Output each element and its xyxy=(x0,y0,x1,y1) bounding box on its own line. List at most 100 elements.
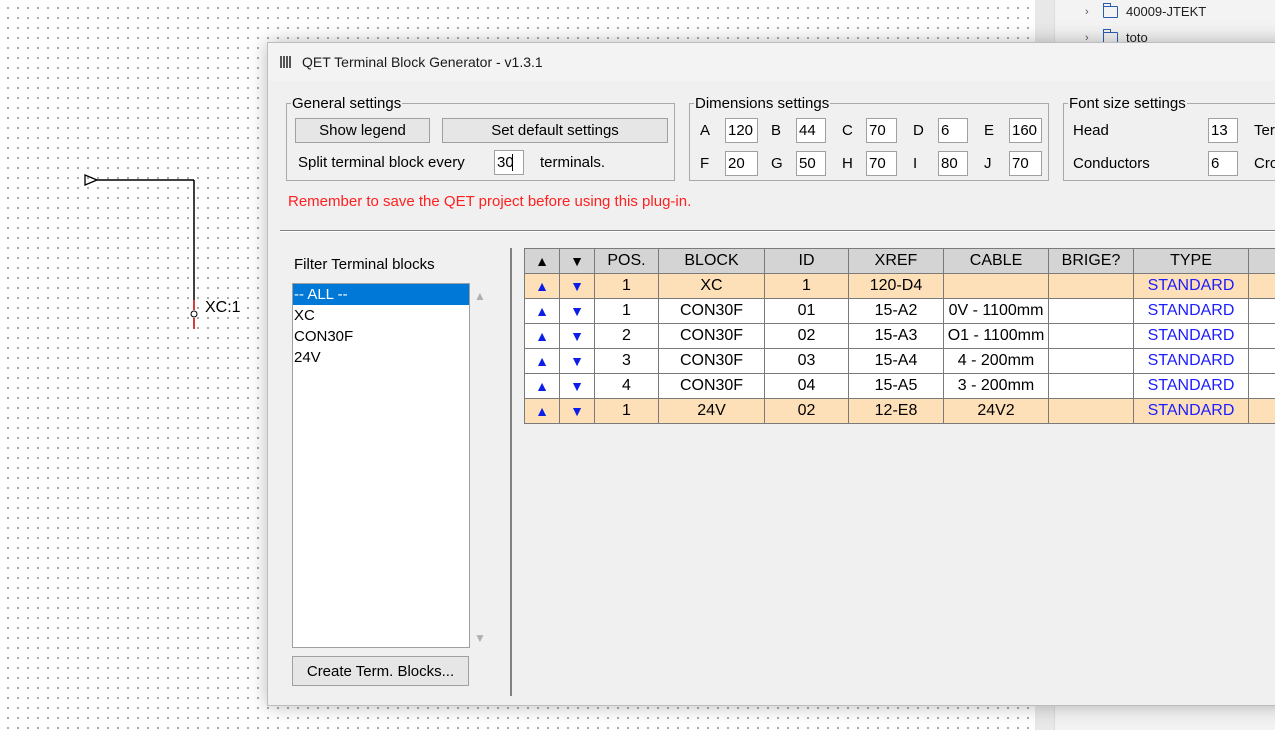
cell-brige[interactable] xyxy=(1048,398,1134,424)
cell-pos[interactable]: 1 xyxy=(594,298,659,324)
cell-pos[interactable]: 3 xyxy=(594,348,659,374)
cell-type[interactable]: STANDARD xyxy=(1133,273,1249,299)
cell-xref[interactable]: 15-A3 xyxy=(848,323,944,349)
list-item[interactable]: 24V xyxy=(293,347,469,368)
cell-id[interactable]: 01 xyxy=(764,298,849,324)
dim-input-e[interactable]: 160 xyxy=(1009,118,1042,143)
dim-input-i[interactable]: 80 xyxy=(938,151,968,176)
filter-terminal-blocks-list[interactable]: -- ALL -- XC CON30F 24V xyxy=(292,283,470,648)
cell-block[interactable]: CON30F xyxy=(658,298,765,324)
move-up-icon[interactable]: ▲ xyxy=(524,348,560,374)
cell-cable[interactable]: 4 - 200mm xyxy=(943,348,1049,374)
dim-input-a[interactable]: 120 xyxy=(725,118,758,143)
cell-extra[interactable] xyxy=(1248,298,1275,324)
cell-type[interactable]: STANDARD xyxy=(1133,298,1249,324)
chevron-right-icon[interactable]: › xyxy=(1085,6,1095,18)
cell-cable[interactable] xyxy=(943,273,1049,299)
tree-item-project-1[interactable]: › 40009-JTEKT xyxy=(1085,2,1206,19)
list-item[interactable]: XC xyxy=(293,305,469,326)
scroll-up-icon[interactable]: ▲ xyxy=(474,289,486,303)
cell-cable[interactable]: 24V2 xyxy=(943,398,1049,424)
dim-input-f[interactable]: 20 xyxy=(725,151,758,176)
create-term-blocks-button[interactable]: Create Term. Blocks... xyxy=(292,656,469,686)
move-up-icon[interactable]: ▲ xyxy=(524,273,560,299)
move-down-icon[interactable]: ▼ xyxy=(559,373,595,399)
cell-id[interactable]: 03 xyxy=(764,348,849,374)
table-row[interactable]: ▲ ▼ 1 CON30F 01 15-A2 0V - 1100mm STANDA… xyxy=(524,298,1275,324)
table-row[interactable]: ▲ ▼ 1 XC 1 120-D4 STANDARD xyxy=(524,273,1275,299)
dim-input-c[interactable]: 70 xyxy=(866,118,897,143)
cell-brige[interactable] xyxy=(1048,348,1134,374)
dim-input-h[interactable]: 70 xyxy=(866,151,897,176)
column-header-extra[interactable] xyxy=(1248,248,1275,274)
cell-brige[interactable] xyxy=(1048,323,1134,349)
cell-block[interactable]: CON30F xyxy=(658,323,765,349)
cell-brige[interactable] xyxy=(1048,373,1134,399)
cell-pos[interactable]: 1 xyxy=(594,398,659,424)
cell-id[interactable]: 04 xyxy=(764,373,849,399)
column-header-cable[interactable]: CABLE xyxy=(943,248,1049,274)
show-legend-button[interactable]: Show legend xyxy=(295,118,430,143)
cell-cable[interactable]: O1 - 1100mm xyxy=(943,323,1049,349)
list-item[interactable]: -- ALL -- xyxy=(293,284,469,305)
split-terminals-input[interactable]: 30 xyxy=(494,150,524,175)
cell-cable[interactable]: 0V - 1100mm xyxy=(943,298,1049,324)
cell-xref[interactable]: 12-E8 xyxy=(848,398,944,424)
cell-extra[interactable] xyxy=(1248,398,1275,424)
cell-xref[interactable]: 15-A2 xyxy=(848,298,944,324)
cell-type[interactable]: STANDARD xyxy=(1133,348,1249,374)
cell-xref[interactable]: 15-A5 xyxy=(848,373,944,399)
cell-block[interactable]: 24V xyxy=(658,398,765,424)
cell-brige[interactable] xyxy=(1048,298,1134,324)
column-header-id[interactable]: ID xyxy=(764,248,849,274)
move-up-icon[interactable]: ▲ xyxy=(524,323,560,349)
column-header-type[interactable]: TYPE xyxy=(1133,248,1249,274)
title-bar[interactable]: QET Terminal Block Generator - v1.3.1 xyxy=(268,43,1275,81)
move-down-icon[interactable]: ▼ xyxy=(559,323,595,349)
cell-pos[interactable]: 2 xyxy=(594,323,659,349)
table-row[interactable]: ▲ ▼ 1 24V 02 12-E8 24V2 STANDARD xyxy=(524,398,1275,424)
table-row[interactable]: ▲ ▼ 2 CON30F 02 15-A3 O1 - 1100mm STANDA… xyxy=(524,323,1275,349)
dim-input-j[interactable]: 70 xyxy=(1009,151,1042,176)
column-header-block[interactable]: BLOCK xyxy=(658,248,765,274)
move-down-icon[interactable]: ▼ xyxy=(559,298,595,324)
scroll-down-icon[interactable]: ▼ xyxy=(474,631,486,645)
conductors-font-input[interactable]: 6 xyxy=(1208,151,1238,176)
cell-id[interactable]: 02 xyxy=(764,398,849,424)
cell-pos[interactable]: 1 xyxy=(594,273,659,299)
column-header-pos[interactable]: POS. xyxy=(594,248,659,274)
set-default-settings-button[interactable]: Set default settings xyxy=(442,118,668,143)
move-down-icon[interactable]: ▼ xyxy=(559,273,595,299)
move-up-icon[interactable]: ▲ xyxy=(524,373,560,399)
terminal-label[interactable]: XC:1 xyxy=(205,299,241,317)
move-down-icon[interactable]: ▼ xyxy=(559,398,595,424)
cell-extra[interactable] xyxy=(1248,373,1275,399)
list-item[interactable]: CON30F xyxy=(293,326,469,347)
cell-block[interactable]: CON30F xyxy=(658,373,765,399)
move-down-icon[interactable]: ▼ xyxy=(559,348,595,374)
cell-type[interactable]: STANDARD xyxy=(1133,373,1249,399)
cell-type[interactable]: STANDARD xyxy=(1133,323,1249,349)
cell-extra[interactable] xyxy=(1248,323,1275,349)
cell-block[interactable]: XC xyxy=(658,273,765,299)
cell-type[interactable]: STANDARD xyxy=(1133,398,1249,424)
cell-xref[interactable]: 120-D4 xyxy=(848,273,944,299)
dim-input-b[interactable]: 44 xyxy=(796,118,826,143)
table-row[interactable]: ▲ ▼ 4 CON30F 04 15-A5 3 - 200mm STANDARD xyxy=(524,373,1275,399)
dim-input-g[interactable]: 50 xyxy=(796,151,826,176)
cell-extra[interactable] xyxy=(1248,273,1275,299)
table-row[interactable]: ▲ ▼ 3 CON30F 03 15-A4 4 - 200mm STANDARD xyxy=(524,348,1275,374)
cell-id[interactable]: 02 xyxy=(764,323,849,349)
cell-pos[interactable]: 4 xyxy=(594,373,659,399)
cell-extra[interactable] xyxy=(1248,348,1275,374)
cell-brige[interactable] xyxy=(1048,273,1134,299)
cell-cable[interactable]: 3 - 200mm xyxy=(943,373,1049,399)
head-font-input[interactable]: 13 xyxy=(1208,118,1238,143)
column-header-xref[interactable]: XREF xyxy=(848,248,944,274)
cell-id[interactable]: 1 xyxy=(764,273,849,299)
move-up-icon[interactable]: ▲ xyxy=(524,298,560,324)
column-header-brige[interactable]: BRIGE? xyxy=(1048,248,1134,274)
dim-input-d[interactable]: 6 xyxy=(938,118,968,143)
cell-xref[interactable]: 15-A4 xyxy=(848,348,944,374)
cell-block[interactable]: CON30F xyxy=(658,348,765,374)
